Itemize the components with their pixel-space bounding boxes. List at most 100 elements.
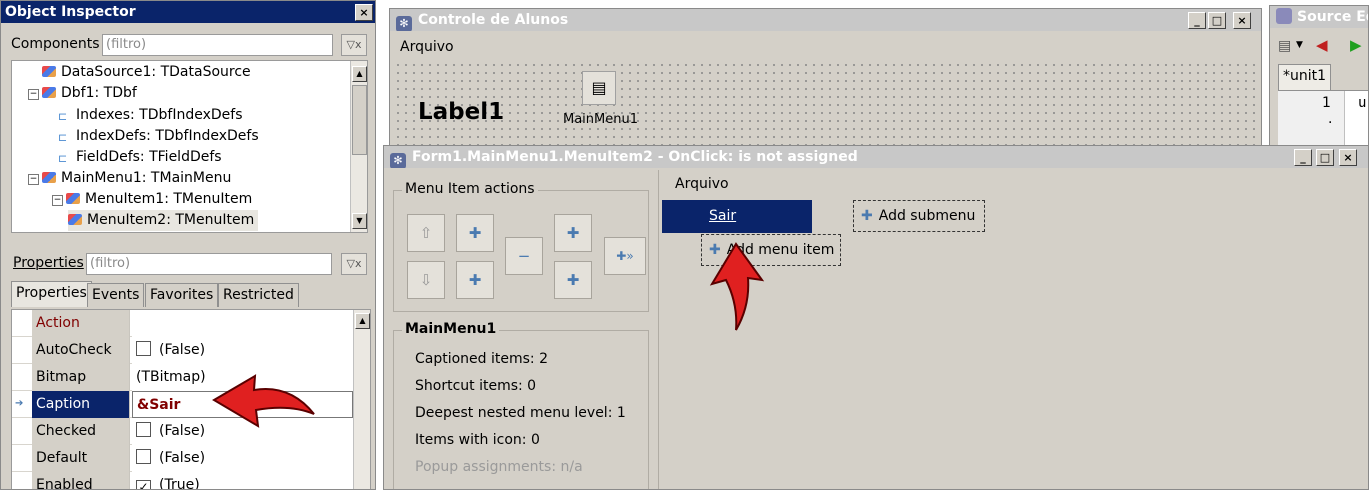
add-submenu-right-icon[interactable]: ✚» [604,237,646,275]
forward-arrow-icon[interactable]: ▶ [1350,36,1362,54]
preview-menu-arquivo[interactable]: Arquivo [675,176,729,192]
insert-above-icon[interactable]: ✚ [456,214,494,252]
nested-level-text: Deepest nested menu level: 1 [415,405,626,421]
tree-item[interactable]: − Dbf1: TDbf [28,83,137,104]
actions-legend: Menu Item actions [402,181,538,197]
tab-restricted[interactable]: Restricted [218,283,299,307]
back-arrow-icon[interactable]: ◀ [1316,36,1328,54]
file-icon[interactable]: ▤ [1278,38,1291,54]
label1[interactable]: Label1 [418,99,504,125]
object-inspector-title: Object Inspector [5,4,136,20]
form-designer-titlebar[interactable]: ✻ Controle de Alunos [390,9,1261,31]
checkbox-icon[interactable] [136,422,151,437]
tree-item-label: Indexes: TDbfIndexDefs [76,107,243,123]
property-value[interactable]: (False) [132,445,370,472]
tab-events[interactable]: Events [87,283,145,307]
checkbox-checked-icon[interactable]: ✓ [136,480,151,489]
scroll-down-icon[interactable]: ▼ [352,213,367,229]
add-submenu-label: Add submenu [878,208,976,224]
line-number: 1 [1322,95,1331,111]
collapse-icon[interactable]: − [28,174,39,185]
move-up-icon[interactable]: ⇧ [407,214,445,252]
scroll-up-icon[interactable]: ▲ [352,66,367,82]
menu-item-sair[interactable]: Sair [662,200,812,233]
clear-filter-icon[interactable]: ▽x [341,34,367,56]
property-row[interactable]: Enabled ✓ (True) [12,472,370,490]
plus-icon: ✚ [861,208,873,224]
close-icon[interactable]: × [355,4,373,21]
maximize-icon[interactable]: □ [1316,149,1334,166]
app-icon: ✻ [390,153,406,168]
property-name: Caption [32,391,130,418]
annotation-arrow-add-item [709,242,765,331]
tree-item-label: MainMenu1: TMainMenu [61,170,232,186]
property-value[interactable] [132,310,370,337]
annotation-arrow-caption [212,374,315,428]
scroll-up-icon[interactable]: ▲ [355,313,370,329]
property-value-text: (True) [159,477,200,490]
code-text[interactable]: u [1358,95,1366,111]
property-row[interactable]: AutoCheck (False) [12,337,370,364]
property-row[interactable]: Action [12,310,370,337]
tab-unit1[interactable]: *unit1 [1278,64,1332,90]
component-icon [66,193,80,204]
collapse-icon[interactable]: − [52,195,63,206]
properties-filter-input[interactable]: (filtro) [86,253,332,275]
property-value-text: (False) [159,450,206,466]
tree-item-label: Dbf1: TDbf [61,85,137,101]
menu-editor-titlebar[interactable]: ✻ Form1.MainMenu1.MenuItem2 - OnClick: is… [384,146,1368,168]
delete-item-icon[interactable]: − [505,237,543,275]
property-row[interactable]: Default (False) [12,445,370,472]
inspector-tabs: Properties Events Favorites Restricted [11,281,371,309]
components-filter-input[interactable]: (filtro) [102,34,333,56]
property-value-text: (False) [159,423,206,439]
tab-properties[interactable]: Properties [11,281,92,307]
object-inspector-titlebar[interactable]: Object Inspector [1,1,375,23]
menu-arquivo[interactable]: Arquivo [400,39,454,55]
add-submenu-above-icon[interactable]: ✚ [554,214,592,252]
checkbox-icon[interactable] [136,449,151,464]
add-submenu-below-icon[interactable]: ✚ [554,261,592,299]
property-value[interactable]: (False) [132,337,370,364]
property-value[interactable]: ✓ (True) [132,472,370,490]
property-value-text: (False) [159,342,206,358]
scroll-thumb[interactable] [352,85,367,155]
minimize-icon[interactable]: _ [1294,149,1312,166]
tab-favorites[interactable]: Favorites [145,283,219,307]
dropdown-icon[interactable]: ▼ [1296,40,1303,50]
tree-item-label: FieldDefs: TFieldDefs [76,149,222,165]
insert-below-icon[interactable]: ✚ [456,261,494,299]
mainmenu-component-icon[interactable]: ▤ [582,71,616,105]
minimize-icon[interactable]: _ [1188,12,1206,29]
collection-icon: ⊏ [58,152,68,165]
components-label: Components [11,36,100,52]
grid-scrollbar[interactable]: ▲ [353,310,370,489]
tree-item[interactable]: − MainMenu1: TMainMenu [28,168,231,189]
tree-scrollbar[interactable]: ▲ ▼ [350,61,367,232]
tree-item[interactable]: ⊏ IndexDefs: TDbfIndexDefs [58,126,259,147]
checkbox-icon[interactable] [136,341,151,356]
tree-item[interactable]: DataSource1: TDataSource [42,62,251,83]
collapse-icon[interactable]: − [28,89,39,100]
app-icon: ✻ [396,16,412,31]
source-editor-titlebar[interactable]: Source Ed [1270,6,1368,28]
shortcut-items-text: Shortcut items: 0 [415,378,537,394]
tree-item[interactable]: ⊏ Indexes: TDbfIndexDefs [58,105,243,126]
property-value-text: &Sair [137,397,181,413]
close-icon[interactable]: × [1233,12,1251,29]
close-icon[interactable]: × [1339,149,1357,166]
add-submenu-button[interactable]: ✚ Add submenu [853,200,985,232]
tree-item[interactable]: MenuItem2: TMenuItem [68,210,259,231]
move-down-icon[interactable]: ⇩ [407,261,445,299]
component-tree[interactable]: DataSource1: TDataSource − Dbf1: TDbf ⊏ Inde… [11,60,368,233]
tree-item[interactable]: − MenuItem1: TMenuItem [52,189,252,210]
collection-icon: ⊏ [58,110,68,123]
form-title: Controle de Alunos [418,12,569,28]
menu-item-sair-label: Sair [709,208,737,224]
captioned-items-text: Captioned items: 2 [415,351,549,367]
properties-label: Properties [13,255,84,271]
maximize-icon[interactable]: □ [1208,12,1226,29]
clear-filter-icon[interactable]: ▽x [341,253,367,275]
tree-item[interactable]: ⊏ FieldDefs: TFieldDefs [58,147,222,168]
items-with-icon-text: Items with icon: 0 [415,432,540,448]
